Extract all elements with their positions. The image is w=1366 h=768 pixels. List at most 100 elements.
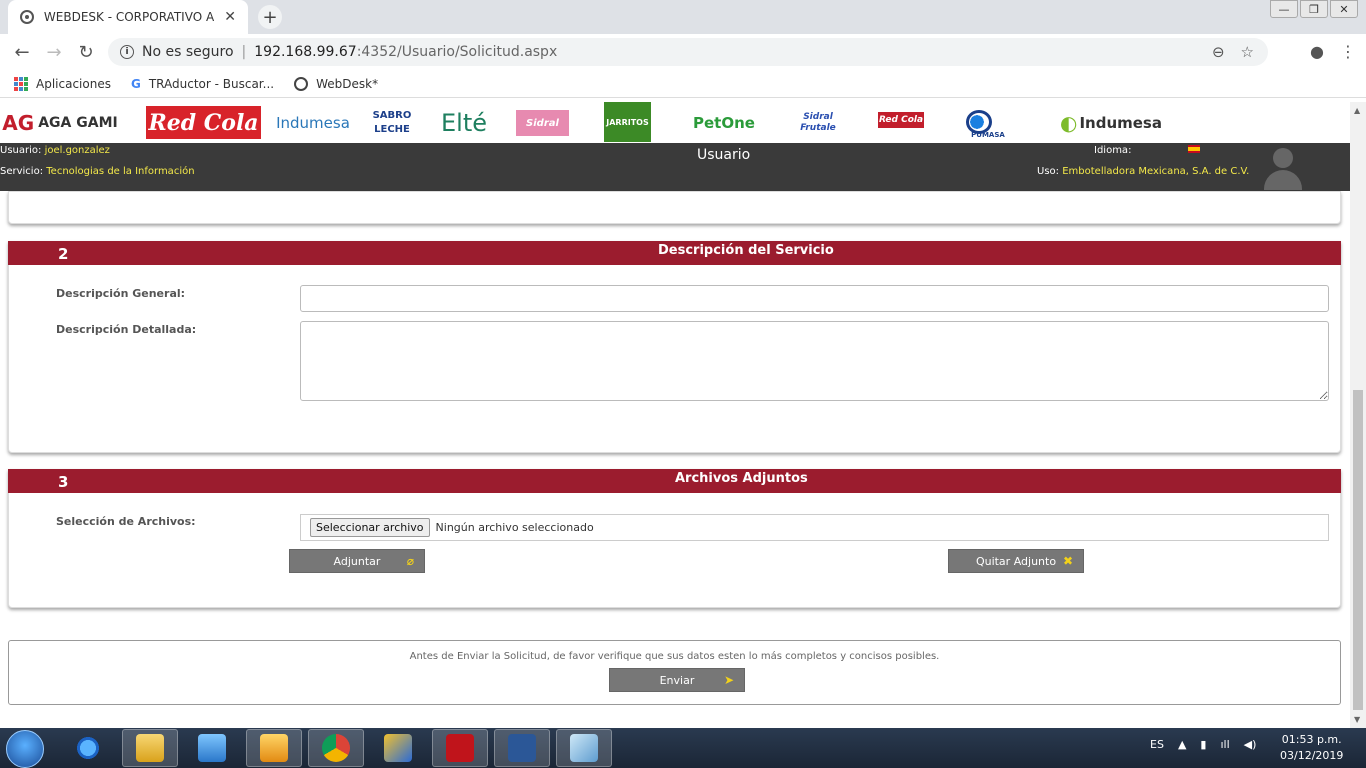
signal-icon[interactable]: ıll xyxy=(1220,738,1229,751)
logo-jarritos: JARRITOS xyxy=(604,102,651,142)
url-path: :4352/Usuario/Solicitud.aspx xyxy=(356,44,558,60)
logo-red-cola-small: Red Cola xyxy=(878,112,924,128)
uso-value: Embotelladora Mexicana, S.A. de C.V. xyxy=(1062,166,1250,177)
descripcion-detallada-textarea[interactable] xyxy=(300,321,1329,401)
logo-sidral-frutale: Sidral Frutale xyxy=(800,111,836,133)
usuario-value: joel.gonzalez xyxy=(44,145,110,156)
logo-pumasa: PUMASA xyxy=(964,106,1012,139)
reload-icon[interactable]: ↻ xyxy=(70,42,102,63)
taskbar-acrobat[interactable] xyxy=(432,729,488,767)
section-number: 3 xyxy=(58,473,69,491)
user-info-bar: Usuario: joel.gonzalez Servicio: Tecnolo… xyxy=(0,143,1350,191)
volume-icon[interactable]: ◀) xyxy=(1244,738,1257,751)
back-arrow-icon[interactable]: ← xyxy=(6,42,38,63)
bookmark-label: Aplicaciones xyxy=(36,76,111,91)
network-icon[interactable]: ▮ xyxy=(1200,738,1206,751)
idioma-label: Idioma: xyxy=(1094,145,1132,156)
logo-sidral: Sidral xyxy=(516,110,569,136)
bookmark-traductor[interactable]: G TRAductor - Buscar... xyxy=(131,77,274,91)
logo-petone: PetOne xyxy=(693,113,755,132)
paperclip-icon: ⌀ xyxy=(406,554,414,568)
media-player-icon xyxy=(198,734,226,762)
submit-note: Antes de Enviar la Solicitud, de favor v… xyxy=(409,651,940,662)
system-clock[interactable]: 01:53 p.m. 03/12/2019 xyxy=(1280,732,1343,764)
clock-date: 03/12/2019 xyxy=(1280,749,1344,762)
word-icon xyxy=(508,734,536,762)
info-icon[interactable]: i xyxy=(120,45,134,59)
apps-grid-icon xyxy=(14,76,28,91)
spain-flag-icon[interactable] xyxy=(1188,145,1200,153)
window-controls: — ❐ ✕ xyxy=(1268,0,1358,18)
google-icon: G xyxy=(130,76,141,91)
taskbar-app-folder[interactable] xyxy=(370,729,426,767)
descripcion-general-input[interactable] xyxy=(300,285,1329,312)
globe-icon xyxy=(20,10,34,24)
remove-attachment-button[interactable]: Quitar Adjunto ✖ xyxy=(948,549,1084,573)
tab-close-icon[interactable]: ✕ xyxy=(224,9,236,25)
taskbar-chrome[interactable] xyxy=(308,729,364,767)
taskbar-ie[interactable] xyxy=(60,729,116,767)
page-content: AG AGA GAMI Red Cola Indumesa SABRO LECHE… xyxy=(0,102,1350,728)
menu-kebab-icon[interactable]: ⋮ xyxy=(1340,42,1356,61)
bookmark-webdesk[interactable]: WebDesk* xyxy=(294,76,379,91)
section-2-header: 2 Descripción del Servicio xyxy=(8,241,1341,265)
windows-start-icon[interactable] xyxy=(6,730,44,768)
internet-explorer-icon xyxy=(74,734,102,762)
section-1-card-bottom xyxy=(8,191,1341,224)
logo-red-cola: Red Cola xyxy=(146,106,261,139)
scroll-up-icon[interactable]: ▲ xyxy=(1354,106,1360,115)
taskbar-media-player[interactable] xyxy=(184,729,240,767)
bookmark-label: WebDesk* xyxy=(316,76,379,91)
folder-icon xyxy=(136,734,164,762)
tray-expand-icon[interactable]: ▲ xyxy=(1178,738,1186,751)
page-title: Usuario xyxy=(697,147,751,163)
choose-file-button[interactable]: Seleccionar archivo xyxy=(310,518,430,537)
tab-title: WEBDESK - CORPORATIVO AGA xyxy=(43,10,215,24)
taskbar-snipping[interactable] xyxy=(556,729,612,767)
page-scrollbar[interactable]: ▲ ▼ xyxy=(1350,102,1366,728)
minimize-button[interactable]: — xyxy=(1270,0,1298,18)
url-host: 192.168.99.67 xyxy=(254,44,357,60)
clock-time: 01:53 p.m. xyxy=(1281,733,1342,746)
section-title: Archivos Adjuntos xyxy=(675,471,808,486)
descripcion-detallada-label: Descripción Detallada: xyxy=(56,323,197,336)
bookmarks-bar: Aplicaciones G TRAductor - Buscar... Web… xyxy=(0,70,1366,98)
snipping-tool-icon xyxy=(570,734,598,762)
logo-indumesa-2: ◐ Indumesa xyxy=(1060,110,1162,135)
browser-tabstrip: WEBDESK - CORPORATIVO AGA ✕ + — ❐ ✕ xyxy=(0,0,1366,34)
logo-indumesa: Indumesa xyxy=(276,113,350,132)
paper-plane-icon: ➤ xyxy=(723,673,734,687)
windows-taskbar: ES ▲ ▮ ıll ◀) 01:53 p.m. 03/12/2019 xyxy=(0,728,1366,768)
bookmark-apps[interactable]: Aplicaciones xyxy=(14,76,111,91)
taskbar-outlook[interactable] xyxy=(246,729,302,767)
seleccion-archivos-label: Selección de Archivos: xyxy=(56,515,196,528)
close-x-icon: ✖ xyxy=(1062,554,1073,568)
forward-arrow-icon[interactable]: → xyxy=(38,42,70,63)
servicio-value: Tecnologias de la Información xyxy=(46,166,195,177)
chrome-icon xyxy=(322,734,350,762)
language-indicator[interactable]: ES xyxy=(1150,738,1164,751)
scroll-down-icon[interactable]: ▼ xyxy=(1354,715,1360,724)
scrollbar-thumb[interactable] xyxy=(1353,390,1363,710)
file-input[interactable]: Seleccionar archivo Ningún archivo selec… xyxy=(300,514,1329,541)
address-bar[interactable]: i No es seguro | 192.168.99.67 :4352/Usu… xyxy=(108,38,1268,66)
new-tab-button[interactable]: + xyxy=(258,5,282,29)
uso-info: Uso: Embotelladora Mexicana, S.A. de C.V… xyxy=(1037,166,1250,177)
restore-button[interactable]: ❐ xyxy=(1300,0,1328,18)
attach-button[interactable]: Adjuntar ⌀ xyxy=(289,549,425,573)
avatar[interactable] xyxy=(1262,146,1304,190)
zoom-icon[interactable]: ⊖ xyxy=(1212,43,1225,61)
file-status: Ningún archivo seleccionado xyxy=(435,521,594,534)
taskbar-word[interactable] xyxy=(494,729,550,767)
system-tray: ES ▲ ▮ ıll ◀) xyxy=(1150,738,1256,751)
send-button[interactable]: Enviar ➤ xyxy=(609,668,745,692)
usuario-info: Usuario: joel.gonzalez xyxy=(0,145,110,156)
servicio-info: Servicio: Tecnologias de la Información xyxy=(0,166,195,177)
bookmark-star-icon[interactable]: ☆ xyxy=(1241,43,1254,61)
section-3-header: 3 Archivos Adjuntos xyxy=(8,469,1341,493)
taskbar-explorer[interactable] xyxy=(122,729,178,767)
section-title: Descripción del Servicio xyxy=(658,243,834,258)
profile-icon[interactable]: ● xyxy=(1310,42,1324,61)
browser-tab[interactable]: WEBDESK - CORPORATIVO AGA ✕ xyxy=(8,0,248,34)
close-window-button[interactable]: ✕ xyxy=(1330,0,1358,18)
